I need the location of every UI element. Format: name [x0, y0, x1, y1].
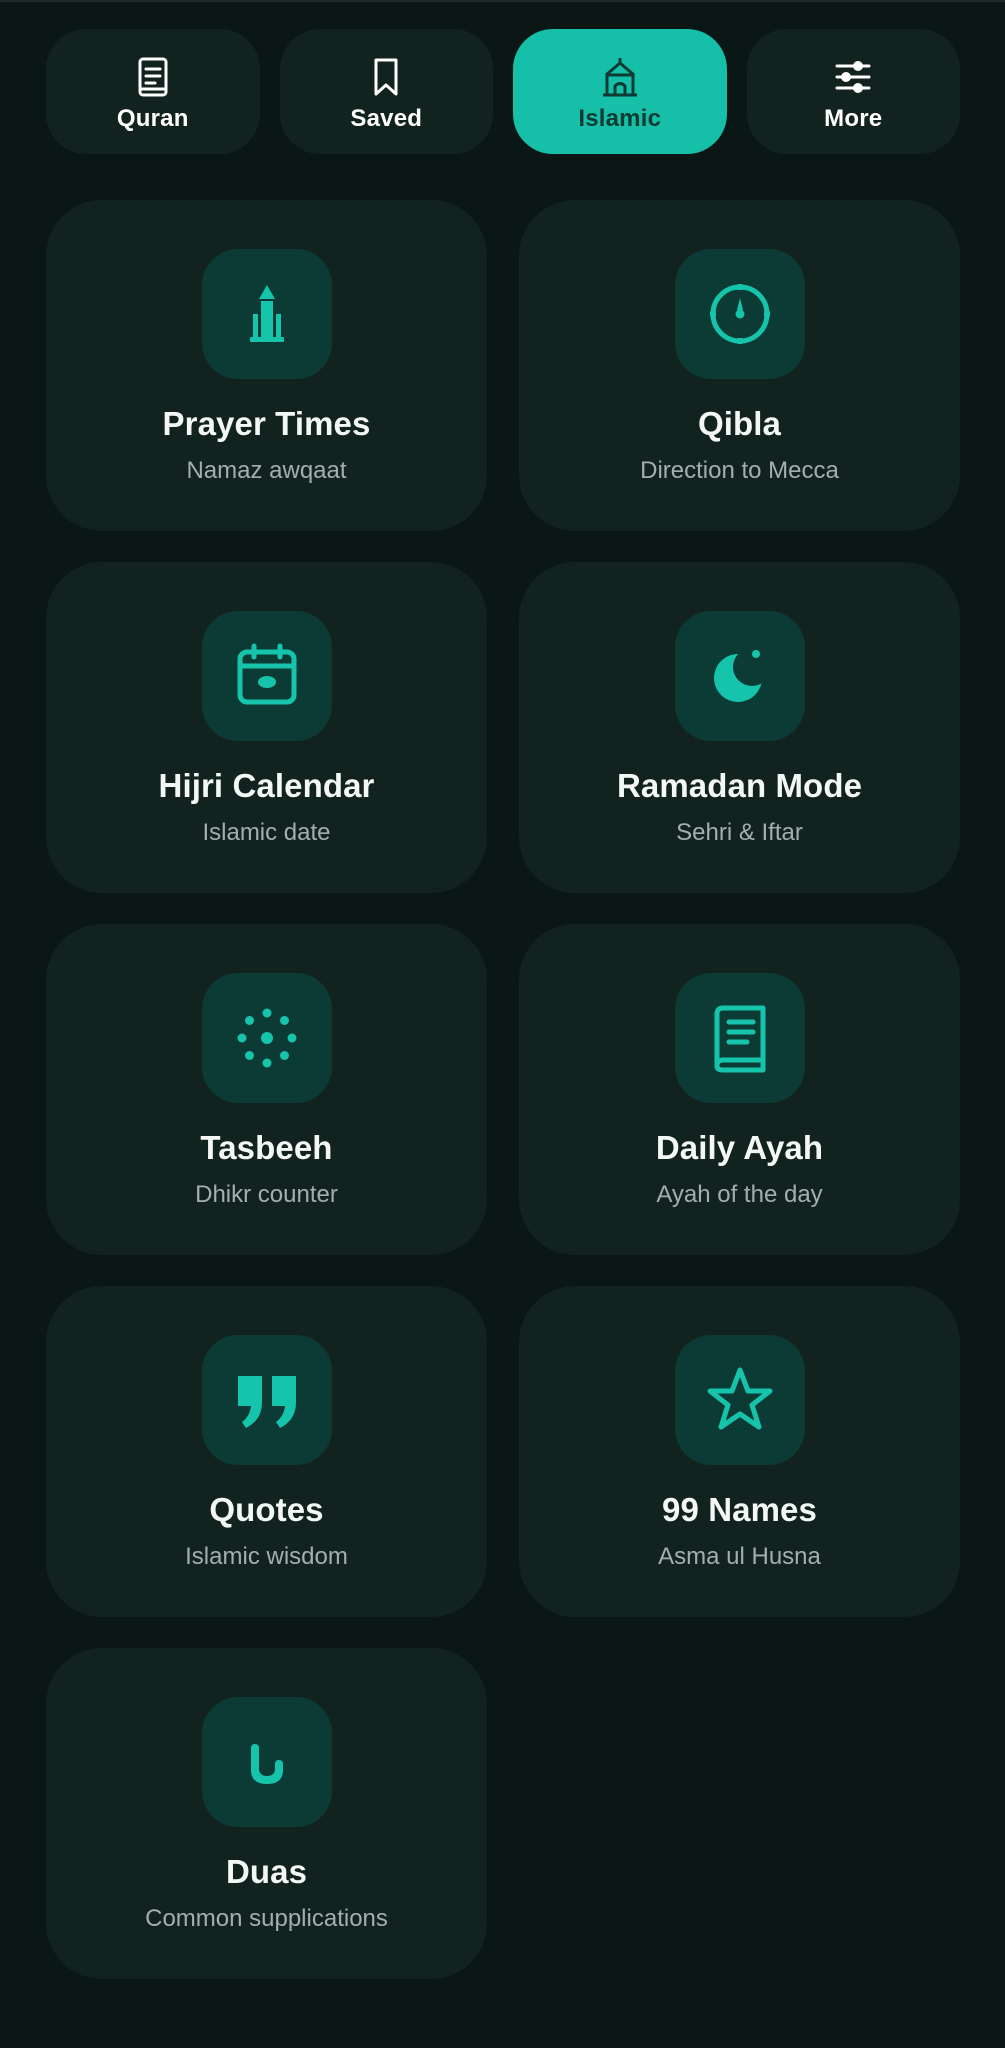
feature-subtitle: Sehri & Iftar — [676, 819, 803, 846]
tab-saved-label: Saved — [350, 104, 423, 132]
sliders-icon — [831, 55, 875, 99]
tab-islamic-label: Islamic — [578, 104, 662, 132]
book-page-icon — [674, 973, 805, 1103]
feature-title: Ramadan Mode — [616, 767, 863, 804]
bookmark-icon — [364, 55, 408, 99]
status-divider — [0, 0, 1005, 2]
compass-icon — [674, 249, 805, 379]
feature-subtitle: Dhikr counter — [195, 1181, 338, 1208]
tab-quran-label: Quran — [116, 104, 189, 132]
feature-card-ramadan-mode[interactable]: Ramadan Mode Sehri & Iftar — [519, 562, 960, 893]
feature-subtitle: Asma ul Husna — [658, 1543, 821, 1570]
tab-more[interactable]: More — [746, 29, 960, 154]
feature-subtitle: Ayah of the day — [656, 1181, 823, 1208]
mosque-icon — [598, 55, 642, 99]
tab-islamic[interactable]: Islamic — [513, 29, 727, 154]
feature-card-hijri-calendar[interactable]: Hijri Calendar Islamic date — [46, 562, 487, 893]
minaret-icon — [201, 249, 332, 379]
feature-subtitle: Islamic date — [202, 819, 331, 846]
tab-quran[interactable]: Quran — [46, 29, 260, 154]
tab-saved[interactable]: Saved — [279, 29, 493, 154]
crescent-moon-icon — [674, 611, 805, 741]
top-nav: Quran Saved Islamic More — [46, 29, 960, 154]
feature-title: Prayer Times — [162, 405, 371, 442]
feature-subtitle: Common supplications — [145, 1905, 388, 1932]
feature-card-99-names[interactable]: 99 Names Asma ul Husna — [519, 1286, 960, 1617]
praying-hands-icon — [201, 1697, 332, 1827]
feature-title: Duas — [225, 1853, 308, 1890]
feature-title: Tasbeeh — [200, 1129, 333, 1166]
features-grid: Prayer Times Namaz awqaat Qibla Directio… — [46, 200, 960, 1979]
prayer-beads-icon — [201, 973, 332, 1103]
feature-title: Daily Ayah — [655, 1129, 824, 1166]
tab-more-label: More — [824, 104, 883, 132]
star-icon — [674, 1335, 805, 1465]
feature-card-quotes[interactable]: Quotes Islamic wisdom — [46, 1286, 487, 1617]
book-icon — [131, 55, 175, 99]
feature-subtitle: Islamic wisdom — [185, 1543, 348, 1570]
feature-card-tasbeeh[interactable]: Tasbeeh Dhikr counter — [46, 924, 487, 1255]
feature-card-duas[interactable]: Duas Common supplications — [46, 1648, 487, 1979]
feature-title: Quotes — [209, 1491, 324, 1528]
quote-icon — [201, 1335, 332, 1465]
feature-subtitle: Namaz awqaat — [186, 457, 347, 484]
feature-title: Qibla — [697, 405, 782, 442]
feature-subtitle: Direction to Mecca — [640, 457, 839, 484]
feature-title: 99 Names — [662, 1491, 817, 1528]
feature-card-daily-ayah[interactable]: Daily Ayah Ayah of the day — [519, 924, 960, 1255]
feature-card-qibla[interactable]: Qibla Direction to Mecca — [519, 200, 960, 531]
calendar-icon — [201, 611, 332, 741]
feature-card-prayer-times[interactable]: Prayer Times Namaz awqaat — [46, 200, 487, 531]
feature-title: Hijri Calendar — [158, 767, 375, 804]
